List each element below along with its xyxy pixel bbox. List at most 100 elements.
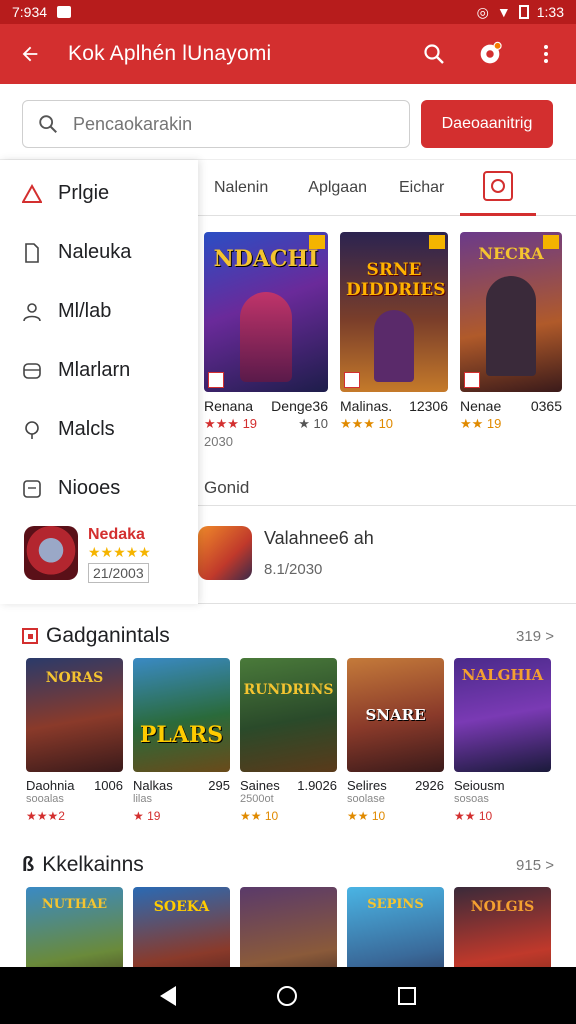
recents-icon[interactable]: [397, 986, 416, 1005]
search-input[interactable]: [73, 113, 373, 135]
search-row: Daeoaanitrig: [0, 84, 576, 160]
game-extra: 1.9026: [297, 778, 337, 793]
list-item[interactable]: Valahnee6 ah 8.1/2030: [198, 526, 374, 580]
drawer-item-label: Ml/lab: [58, 300, 112, 322]
app-title: Kok Aplhén lUnayomi: [68, 42, 272, 65]
tab-record[interactable]: [460, 160, 537, 216]
search-button[interactable]: Daeoaanitrig: [421, 100, 553, 148]
status-time: 7:934: [12, 4, 48, 20]
game-rating: ★★ 10: [454, 809, 493, 823]
drawer-item-4[interactable]: Malcls: [0, 400, 198, 459]
game-name: Seiousm: [454, 778, 505, 793]
pin-icon: [22, 420, 42, 440]
section-more-link[interactable]: 319 >: [516, 628, 554, 645]
tab-2[interactable]: Eichar: [383, 160, 460, 216]
drawer-featured-app[interactable]: Nedaka ★★★★★ 21/2003: [24, 526, 151, 583]
drawer-item-label: Prlgie: [58, 182, 110, 204]
cover-title: RUNDRINS: [243, 682, 334, 698]
drawer-item-label: Naleuka: [58, 241, 132, 263]
game-card[interactable]: SRNE DIDDRIES Malinas. 12306 ★★★ 10: [340, 232, 448, 449]
game-card[interactable]: RUNDRINS Saines 1.9026 2500ot ★★ 10: [240, 658, 337, 823]
box-icon: [22, 361, 42, 381]
game-extra: Denge36: [271, 398, 328, 414]
drawer-item-0[interactable]: Prlgie: [0, 164, 198, 223]
game-rating: ★★★ 10: [340, 416, 394, 431]
game-cover: NECRA: [460, 232, 562, 392]
status-bar: 7:934 ◎ ▼ 1:33: [0, 0, 576, 24]
card-icon: [22, 479, 42, 499]
drawer-item-3[interactable]: Mlarlarn: [0, 341, 198, 400]
drawer-item-1[interactable]: Naleuka: [0, 223, 198, 282]
back-icon[interactable]: [160, 985, 177, 1006]
game-name: Nalkas: [133, 778, 173, 793]
game-sub: sosoas: [454, 793, 489, 805]
game-rating: ★★ 10: [240, 809, 279, 823]
section-label: Gonid: [204, 478, 250, 497]
cover-title: PLARS: [139, 722, 224, 748]
game-card[interactable]: SNARE Selires 2926 soolase ★★ 10: [347, 658, 444, 823]
game-name: Selires: [347, 778, 387, 793]
system-nav-bar: [0, 967, 576, 1024]
notification-icon: [57, 6, 72, 18]
game-card[interactable]: NORAS Daohnia 1006 sooalas ★★★2: [26, 658, 123, 823]
game-rating-secondary: ★ 10: [298, 416, 328, 431]
game-card[interactable]: NDACHI Renana Denge36 ★★★ 19 ★ 10 2030: [204, 232, 328, 449]
record-icon: [483, 171, 514, 201]
cover-title: NECRA: [478, 244, 544, 263]
rating-chip-icon: [208, 372, 224, 388]
game-name: Daohnia: [26, 778, 75, 793]
game-cover: RUNDRINS: [240, 658, 337, 772]
rating-chip-icon: [344, 372, 360, 388]
section-icon: [22, 628, 38, 644]
section-more-link[interactable]: 915 >: [516, 857, 554, 874]
top-cards-row: NDACHI Renana Denge36 ★★★ 19 ★ 10 2030 SRN…: [204, 232, 562, 449]
game-card[interactable]: NALGHIA Seiousm sosoas ★★ 10: [454, 658, 551, 823]
featured-app-thumbnail: [24, 526, 78, 580]
list-item-date: 8.1/2030: [264, 561, 323, 578]
warning-icon: [22, 183, 42, 204]
game-sub: soolase: [347, 793, 385, 805]
game-cover: SNARE: [347, 658, 444, 772]
search-box[interactable]: [22, 100, 410, 148]
game-extra: 12306: [409, 398, 448, 414]
game-sub: lilas: [133, 793, 152, 805]
home-icon[interactable]: [276, 985, 297, 1006]
back-arrow-icon[interactable]: [14, 38, 46, 70]
game-rating: ★★★ 19: [204, 416, 258, 431]
drawer-item-label: Malcls: [58, 418, 115, 440]
game-cover: NALGHIA: [454, 658, 551, 772]
game-sub: 2030: [204, 434, 233, 449]
game-extra: 2926: [415, 778, 444, 793]
cover-title: SEPINS: [367, 897, 424, 912]
game-cover: PLARS: [133, 658, 230, 772]
drawer-item-label: Mlarlarn: [58, 359, 131, 381]
game-name: Malinas.: [340, 398, 393, 414]
game-name: Nenae: [460, 398, 502, 414]
section-icon: ß: [22, 853, 35, 876]
drawer-item-2[interactable]: Ml/lab: [0, 282, 198, 341]
game-name: Saines: [240, 778, 280, 793]
game-rating: ★ 19: [133, 809, 161, 823]
game-sub: sooalas: [26, 793, 64, 805]
settings-gear-icon[interactable]: [474, 38, 506, 70]
wifi-icon: ▼: [496, 4, 511, 20]
battery-icon: [518, 5, 529, 19]
app-bar: Kok Aplhén lUnayomi: [0, 24, 576, 84]
tab-1[interactable]: Aplgaan: [284, 160, 383, 216]
alarm-icon: ◎: [476, 3, 489, 20]
tab-bar: Nalenin Aplgaan Eichar: [198, 160, 576, 216]
game-card[interactable]: PLARS Nalkas 295 lilas ★ 19: [133, 658, 230, 823]
featured-app-stars: ★★★★★: [88, 544, 151, 560]
game-rating: ★★ 10: [347, 809, 386, 823]
drawer-item-5[interactable]: Niooes: [0, 459, 198, 518]
search-icon[interactable]: [418, 38, 450, 70]
game-card[interactable]: NECRA Nenae 0365 ★★ 19: [460, 232, 562, 449]
cover-title: SNARE: [365, 706, 426, 724]
list-item-name: Valahnee6 ah: [264, 528, 374, 548]
game-sub: 2500ot: [240, 793, 274, 805]
divider: [198, 603, 576, 604]
cover-title: NDACHI: [213, 246, 319, 272]
divider: [198, 505, 576, 506]
overflow-menu-icon[interactable]: [530, 38, 562, 70]
tab-0[interactable]: Nalenin: [198, 160, 284, 216]
